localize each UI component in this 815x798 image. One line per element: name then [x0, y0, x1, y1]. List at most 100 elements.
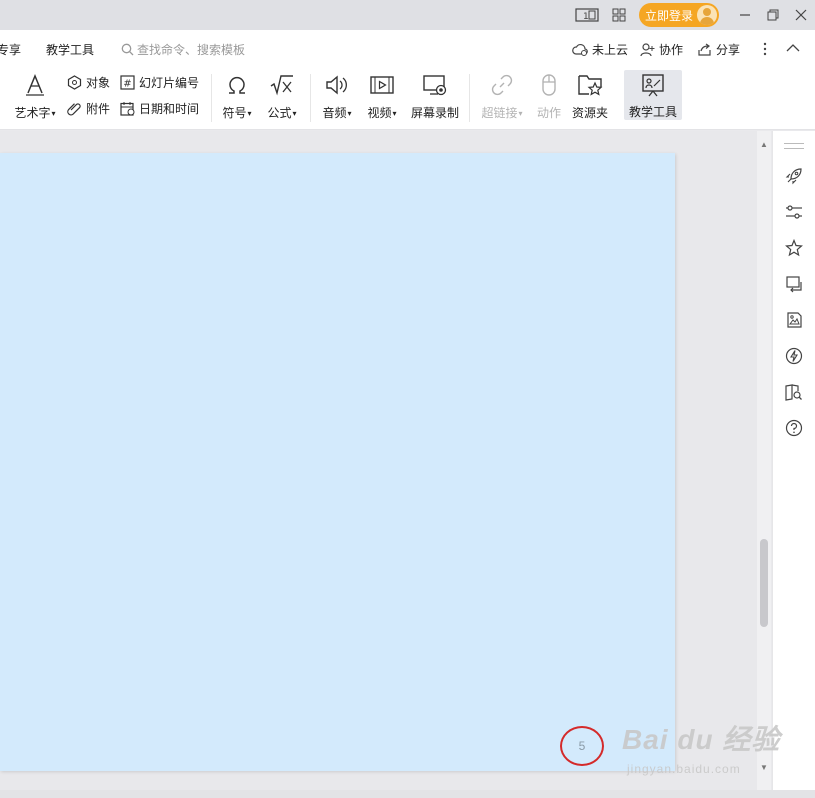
cloud-status-label: 未上云 — [592, 43, 629, 57]
formula-icon — [269, 71, 295, 99]
dropdown-caret-icon: ▾ — [51, 109, 56, 119]
video-icon — [369, 71, 395, 99]
login-button[interactable]: 立即登录 — [639, 3, 719, 27]
scroll-up-icon[interactable]: ▲ — [760, 140, 768, 149]
resources-label: 资源夹 — [571, 106, 608, 120]
collapse-ribbon-icon[interactable] — [786, 43, 800, 52]
audio-button[interactable]: 音频▾ — [317, 71, 357, 121]
watermark-url: jingyan.baidu.com — [627, 762, 741, 776]
resources-button[interactable]: 资源夹 — [570, 71, 610, 121]
more-icon[interactable] — [762, 42, 768, 56]
screen-record-button[interactable]: 屏幕录制 — [409, 71, 461, 121]
symbol-button[interactable]: 符号▾ — [217, 71, 257, 121]
datetime-label: 日期和时间 — [139, 102, 200, 116]
panel-grip-icon — [784, 143, 804, 149]
command-search[interactable]: 查找命令、搜索模板 — [121, 41, 245, 58]
star-icon[interactable] — [783, 237, 805, 259]
scrollbar-thumb[interactable] — [760, 539, 768, 627]
symbol-label: 符号 — [222, 106, 247, 120]
cloud-status-button[interactable]: 未上云 — [572, 41, 628, 58]
swap-icon[interactable] — [783, 273, 805, 295]
svg-text:1: 1 — [583, 12, 589, 22]
menu-row: 专享 教学工具 查找命令、搜索模板 未上云 协作 分享 — [0, 30, 815, 68]
insert-ribbon: 艺术字▾ 对象 附件 # 幻灯片编号 日期和时间 符号▾ 公式▾ 音频▾ 视频▾… — [0, 68, 815, 130]
search-placeholder: 查找命令、搜索模板 — [137, 43, 246, 57]
share-icon — [698, 43, 711, 56]
help-icon[interactable] — [783, 417, 805, 439]
restore-icon[interactable] — [765, 6, 781, 24]
ribbon-divider — [310, 74, 311, 122]
screen-record-icon — [422, 71, 448, 99]
page-number-marker: 5 — [560, 726, 604, 766]
wordart-label: 艺术字 — [14, 106, 51, 120]
video-button[interactable]: 视频▾ — [362, 71, 402, 121]
share-button[interactable]: 分享 — [697, 41, 740, 58]
slide-page[interactable] — [0, 153, 675, 771]
slide-number-label: 幻灯片编号 — [139, 76, 200, 90]
close-icon[interactable] — [793, 6, 809, 24]
attachment-button[interactable]: 附件 — [67, 100, 110, 117]
video-label: 视频 — [367, 106, 392, 120]
book-search-icon[interactable] — [783, 381, 805, 403]
watermark-logo: Bai du 经验 — [622, 724, 781, 755]
minimize-icon[interactable] — [737, 6, 753, 24]
image-edit-icon[interactable] — [783, 309, 805, 331]
object-label: 对象 — [86, 76, 111, 90]
login-label: 立即登录 — [645, 8, 694, 23]
share-label: 分享 — [716, 43, 741, 57]
star-folder-icon — [577, 71, 603, 99]
dropdown-caret-icon: ▾ — [347, 109, 352, 119]
tab-teaching-tools[interactable]: 教学工具 — [46, 41, 94, 58]
calendar-icon — [120, 102, 135, 116]
collaborate-button[interactable]: 协作 — [640, 41, 683, 58]
action-button[interactable]: 动作 — [533, 71, 565, 121]
vertical-scrollbar[interactable]: ▲ ▼ — [757, 131, 771, 798]
slide-number-icon: # — [120, 75, 135, 90]
dropdown-caret-icon: ▾ — [247, 109, 252, 119]
paperclip-icon — [67, 103, 81, 116]
slide-canvas-area — [0, 131, 757, 798]
mouse-icon — [539, 71, 559, 99]
speaker-icon — [324, 71, 350, 99]
object-button[interactable]: 对象 — [67, 74, 110, 91]
title-bar: 1 立即登录 — [0, 0, 815, 30]
cloud-icon — [572, 43, 588, 56]
tab-exclusive[interactable]: 专享 — [0, 41, 21, 58]
slide-number-button[interactable]: # 幻灯片编号 — [120, 74, 199, 91]
apps-grid-icon[interactable] — [610, 6, 628, 24]
dropdown-caret-icon: ▾ — [518, 109, 523, 119]
link-icon — [490, 71, 514, 99]
wordart-icon — [23, 71, 47, 99]
scroll-down-icon[interactable]: ▼ — [760, 763, 768, 772]
audio-label: 音频 — [322, 106, 347, 120]
rocket-icon[interactable] — [783, 165, 805, 187]
page-layout-icon[interactable]: 1 — [574, 6, 600, 24]
object-icon — [67, 75, 82, 90]
attachment-label: 附件 — [86, 102, 111, 116]
formula-button[interactable]: 公式▾ — [262, 71, 302, 121]
datetime-button[interactable]: 日期和时间 — [120, 100, 199, 117]
lightning-icon[interactable] — [783, 345, 805, 367]
omega-icon — [225, 71, 249, 99]
right-side-panel — [772, 131, 815, 798]
teaching-board-icon — [640, 71, 666, 98]
sliders-icon[interactable] — [783, 201, 805, 223]
wordart-button[interactable]: 艺术字▾ — [12, 71, 58, 121]
hyperlink-button[interactable]: 超链接▾ — [478, 71, 526, 121]
svg-text:#: # — [123, 79, 131, 90]
status-bar — [0, 790, 815, 798]
page-number: 5 — [578, 739, 586, 753]
ribbon-divider — [469, 74, 470, 122]
dropdown-caret-icon: ▾ — [292, 109, 297, 119]
action-label: 动作 — [536, 106, 561, 120]
avatar — [697, 5, 717, 25]
formula-label: 公式 — [267, 106, 292, 120]
collaborate-label: 协作 — [659, 43, 684, 57]
search-icon — [121, 43, 134, 56]
ribbon-divider — [211, 74, 212, 122]
teach-tool-label: 教学工具 — [628, 105, 677, 119]
teach-tool-button[interactable]: 教学工具 — [624, 70, 682, 120]
dropdown-caret-icon: ▾ — [392, 109, 397, 119]
hyperlink-label: 超链接 — [481, 106, 518, 120]
screen-record-label: 屏幕录制 — [410, 106, 459, 120]
